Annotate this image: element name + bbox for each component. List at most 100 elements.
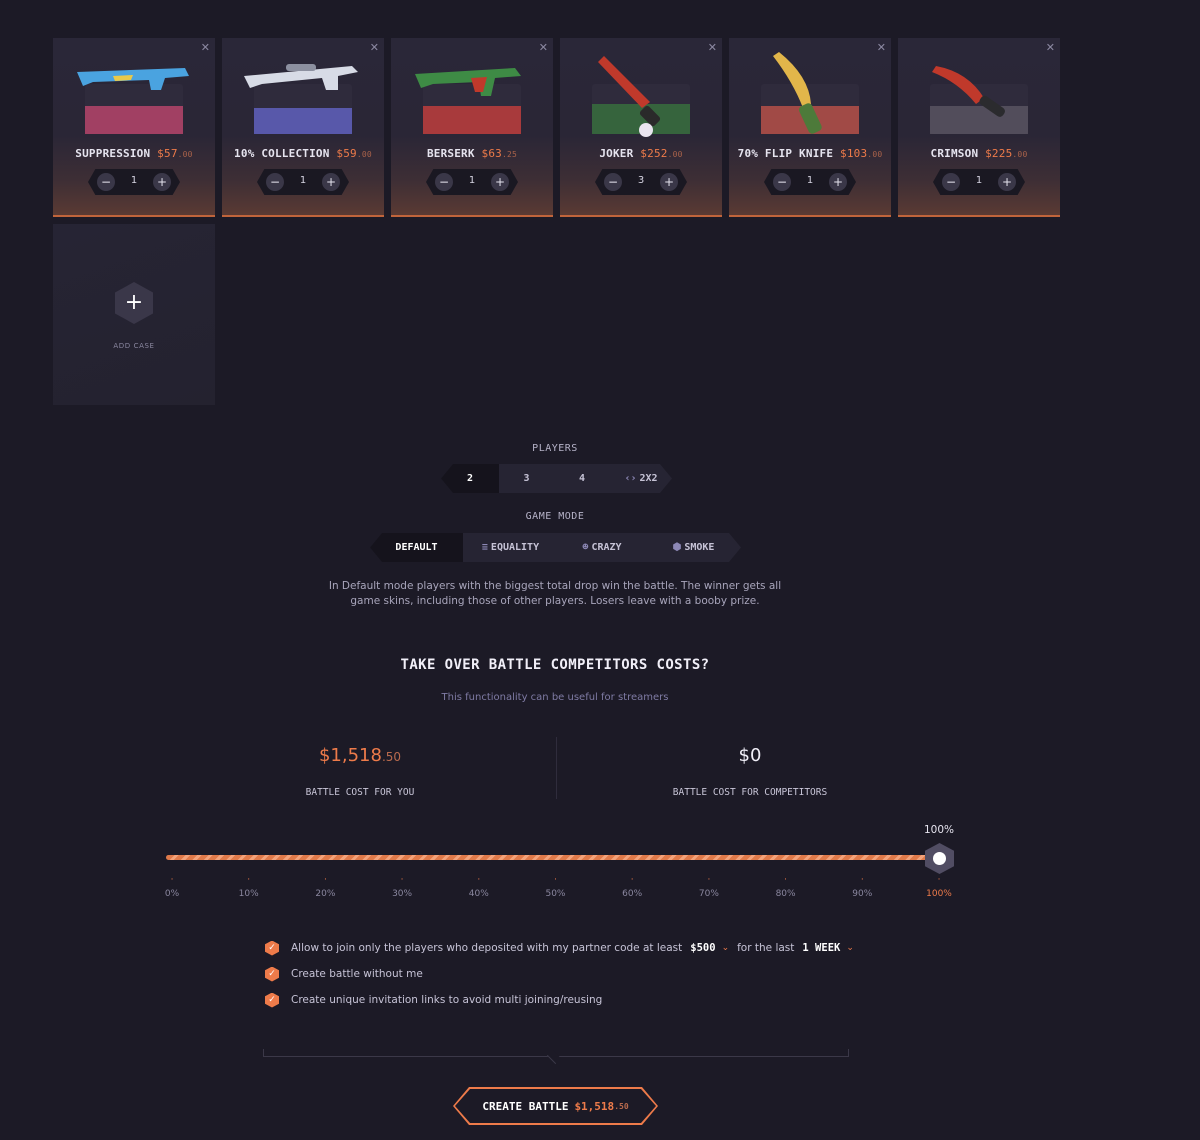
case-card[interactable]: ✕ CRIMSON $225.00 − 1 +: [898, 38, 1060, 217]
slider-value-label: 100%: [923, 824, 955, 836]
tick-dot: ·: [170, 875, 174, 885]
checkbox-checked-icon[interactable]: ✓: [265, 966, 279, 982]
increase-button[interactable]: +: [660, 173, 678, 191]
mode-description: In Default mode players with the biggest…: [328, 580, 782, 607]
remove-case-icon[interactable]: ✕: [708, 41, 717, 54]
case-art: [77, 68, 189, 134]
tick-label: 100%: [926, 889, 952, 899]
slider-tick[interactable]: · 80%: [766, 876, 806, 900]
mode-option-label: SMOKE: [684, 542, 715, 553]
mode-option-label: EQUALITY: [490, 542, 540, 553]
case-title: 10% COLLECTION $59.00: [234, 147, 372, 160]
slider-tick[interactable]: · 30%: [382, 876, 422, 900]
slider-handle[interactable]: [925, 843, 954, 874]
increase-button[interactable]: +: [322, 173, 340, 191]
case-card[interactable]: ✕ 10% COLLECTION $59.00 − 1 +: [222, 38, 384, 217]
case-card[interactable]: ✕ JOKER $252.00 − 3 +: [560, 38, 722, 217]
mode-option-default[interactable]: DEFAULT: [370, 533, 463, 562]
quantity-stepper: − 3 +: [595, 169, 687, 195]
checkbox-checked-icon[interactable]: ✓: [265, 992, 279, 1008]
tick-dot: ·: [860, 875, 864, 885]
slider-tick[interactable]: · 0%: [152, 875, 192, 900]
create-battle-cents: .50: [614, 1101, 629, 1111]
players-option-4[interactable]: 4: [554, 464, 610, 493]
create-battle-button[interactable]: CREATE BATTLE $1,518.50: [453, 1087, 658, 1125]
players-selector: 2 3 4 ‹› 2X2: [441, 464, 672, 493]
chevron-down-icon[interactable]: ⌄: [846, 943, 854, 953]
swap-icon: ‹›: [624, 473, 637, 484]
slider-tick[interactable]: · 100%: [919, 875, 959, 900]
increase-button[interactable]: +: [153, 173, 171, 191]
mode-option-smoke[interactable]: ⬢ SMOKE: [646, 533, 741, 562]
quantity-stepper: − 1 +: [426, 169, 518, 195]
game-mode-selector: DEFAULT ≡ EQUALITY ☻ CRAZY ⬢ SMOKE: [370, 533, 741, 562]
option-without-me[interactable]: ✓ Create battle without me: [265, 966, 423, 982]
remove-case-icon[interactable]: ✕: [877, 41, 886, 54]
players-option-2[interactable]: 2: [441, 464, 499, 493]
remove-case-icon[interactable]: ✕: [201, 41, 210, 54]
slider-track[interactable]: [166, 855, 939, 860]
option-text: Create unique invitation links to avoid …: [291, 994, 603, 1006]
add-case-button[interactable]: + ADD CASE: [53, 224, 215, 405]
case-card[interactable]: ✕ BERSERK $63.25 − 1 +: [391, 38, 553, 217]
players-option-2x2[interactable]: ‹› 2X2: [610, 464, 672, 493]
tick-dot: ·: [477, 875, 481, 885]
period-select[interactable]: 1 WEEK: [802, 942, 840, 954]
tick-dot: ·: [554, 875, 557, 885]
tick-dot: ·: [247, 875, 251, 885]
create-battle-price: $1,518: [574, 1099, 615, 1113]
case-art: [592, 56, 690, 137]
quantity-stepper: − 1 +: [933, 169, 1025, 195]
mode-option-equality[interactable]: ≡ EQUALITY: [463, 533, 558, 562]
players-option-label: 2X2: [639, 473, 658, 484]
case-card[interactable]: ✕ SUPPRESSION $57.00 − 1 +: [53, 38, 215, 217]
tick-label: 70%: [698, 889, 719, 899]
takeover-subtitle: This functionality can be useful for str…: [441, 692, 669, 703]
tick-dot: ·: [630, 875, 634, 885]
quantity-stepper: − 1 +: [257, 169, 349, 195]
slider-tick[interactable]: · 40%: [459, 875, 499, 900]
checkbox-checked-icon[interactable]: ✓: [265, 940, 279, 956]
tick-label: 20%: [315, 889, 336, 899]
quantity-stepper: − 1 +: [88, 169, 180, 195]
remove-case-icon[interactable]: ✕: [370, 41, 379, 54]
case-title: BERSERK $63.25: [426, 147, 518, 160]
tick-label: 80%: [775, 889, 796, 899]
plus-icon: +: [115, 282, 153, 324]
increase-button[interactable]: +: [491, 173, 509, 191]
remove-case-icon[interactable]: ✕: [1046, 41, 1055, 54]
game-mode-label: GAME MODE: [525, 511, 585, 522]
slider-tick[interactable]: · 60%: [612, 875, 652, 900]
tick-label: 60%: [622, 889, 643, 899]
slider-tick[interactable]: · 10%: [229, 875, 269, 900]
mode-option-label: CRAZY: [591, 542, 622, 553]
slider-tick[interactable]: · 20%: [305, 876, 345, 900]
case-art: [415, 68, 521, 134]
cost-you-amount: $1,518: [318, 745, 382, 766]
tick-dot: ·: [937, 875, 941, 885]
slider-tick[interactable]: · 70%: [689, 876, 729, 900]
create-battle-label: CREATE BATTLE: [482, 1099, 569, 1113]
deposit-amount-select[interactable]: $500: [690, 942, 715, 954]
case-art: [930, 66, 1028, 134]
players-option-3[interactable]: 3: [499, 464, 554, 493]
mode-option-crazy[interactable]: ☻ CRAZY: [558, 533, 646, 562]
chevron-down-icon[interactable]: ⌄: [722, 943, 730, 953]
case-card[interactable]: ✕ 70% FLIP KNIFE $103.00 − 1 +: [729, 38, 891, 217]
quantity-stepper: − 1 +: [764, 169, 856, 195]
cost-you-cents: .50: [381, 750, 402, 764]
option-unique-links[interactable]: ✓ Create unique invitation links to avoi…: [265, 992, 602, 1008]
case-art: [761, 52, 859, 134]
slider-tick[interactable]: · 50%: [536, 875, 576, 900]
cost-competitors-value: $0: [738, 745, 762, 766]
option-text: Create battle without me: [291, 968, 423, 980]
case-title: JOKER $252.00: [599, 147, 683, 160]
increase-button[interactable]: +: [829, 173, 847, 191]
case-art: [244, 64, 358, 134]
add-case-label: ADD CASE: [113, 342, 155, 350]
remove-case-icon[interactable]: ✕: [539, 41, 548, 54]
option-partner-code[interactable]: ✓ Allow to join only the players who dep…: [265, 940, 862, 956]
increase-button[interactable]: +: [998, 173, 1016, 191]
slider-tick[interactable]: · 90%: [842, 875, 882, 900]
tick-label: 30%: [392, 889, 413, 899]
